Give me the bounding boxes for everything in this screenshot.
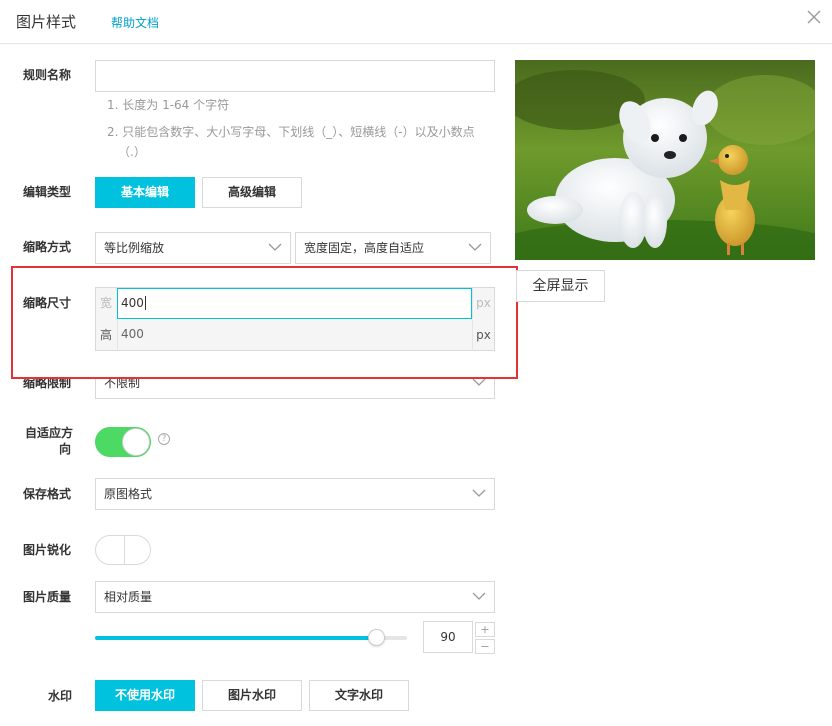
quality-mode-value: 相对质量 bbox=[104, 590, 153, 604]
save-format-label: 保存格式 bbox=[23, 487, 72, 501]
quality-mode-select[interactable]: 相对质量 bbox=[95, 581, 495, 613]
auto-orient-toggle[interactable] bbox=[95, 427, 151, 457]
watermark-label: 水印 bbox=[48, 689, 73, 703]
increment-button[interactable]: + bbox=[475, 622, 495, 637]
fullscreen-button[interactable]: 全屏显示 bbox=[516, 270, 605, 302]
rule-name-hint-2: 2. 只能包含数字、大小写字母、下划线（_）、短横线（-）以及小数点 bbox=[107, 125, 475, 139]
preview-image bbox=[515, 60, 815, 260]
text-watermark-button[interactable]: 文字水印 bbox=[309, 680, 409, 711]
quality-slider[interactable] bbox=[95, 629, 407, 646]
advanced-edit-button[interactable]: 高级编辑 bbox=[202, 177, 302, 208]
rule-name-hint-1: 1. 长度为 1-64 个字符 bbox=[107, 98, 230, 112]
close-icon[interactable] bbox=[806, 9, 822, 25]
resize-method-select[interactable]: 等比例缩放 bbox=[95, 232, 291, 264]
auto-orient-label-line2: 向 bbox=[58, 442, 71, 456]
chevron-down-icon bbox=[268, 243, 282, 251]
quality-label: 图片质量 bbox=[23, 590, 72, 604]
auto-orient-label-line1: 自适应方 bbox=[24, 426, 73, 440]
sharpen-toggle[interactable] bbox=[95, 535, 151, 565]
help-icon[interactable]: ? bbox=[158, 433, 170, 445]
slider-handle[interactable] bbox=[367, 629, 385, 646]
dialog-title: 图片样式 bbox=[16, 13, 77, 31]
rule-name-label: 规则名称 bbox=[23, 68, 72, 82]
save-format-select[interactable]: 原图格式 bbox=[95, 478, 495, 510]
quality-value-input[interactable]: 90 bbox=[423, 621, 473, 653]
sharpen-label: 图片锐化 bbox=[23, 543, 72, 557]
toggle-knob bbox=[122, 428, 150, 456]
resize-constraint-value: 宽度固定，高度自适应 bbox=[304, 241, 425, 255]
save-format-value: 原图格式 bbox=[104, 487, 153, 501]
dialog-header: 图片样式 帮助文档 bbox=[0, 0, 832, 44]
resize-mode-label: 缩略方式 bbox=[23, 240, 72, 254]
chevron-down-icon bbox=[472, 592, 486, 600]
basic-edit-button[interactable]: 基本编辑 bbox=[95, 177, 195, 208]
edit-type-label: 编辑类型 bbox=[23, 185, 72, 199]
decrement-button[interactable]: − bbox=[475, 639, 495, 654]
help-link[interactable]: 帮助文档 bbox=[111, 14, 159, 31]
rule-name-input[interactable] bbox=[95, 60, 495, 92]
auto-orient-label: 自适应方 向 bbox=[23, 425, 73, 457]
chevron-down-icon bbox=[472, 489, 486, 497]
puppy-duckling-illustration bbox=[515, 60, 815, 260]
resize-method-value: 等比例缩放 bbox=[104, 241, 165, 255]
no-watermark-button[interactable]: 不使用水印 bbox=[95, 680, 195, 711]
toggle-knob bbox=[124, 536, 125, 564]
rule-name-hint-3: （.） bbox=[118, 145, 146, 159]
highlight-box bbox=[11, 266, 518, 379]
slider-fill bbox=[95, 636, 376, 640]
resize-constraint-select[interactable]: 宽度固定，高度自适应 bbox=[295, 232, 491, 264]
image-watermark-button[interactable]: 图片水印 bbox=[202, 680, 302, 711]
chevron-down-icon bbox=[468, 243, 482, 251]
